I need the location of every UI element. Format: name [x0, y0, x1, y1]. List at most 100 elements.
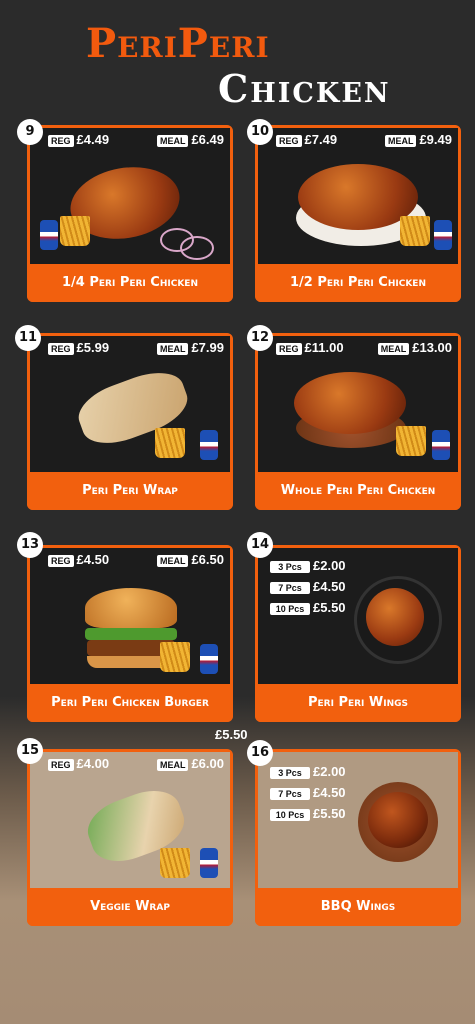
meal-tag: MEAL: [384, 134, 417, 147]
meal-price-value: £6.49: [191, 132, 224, 147]
size-tag: 7 Pcs: [270, 787, 310, 800]
reg-price-value: £11.00: [304, 340, 344, 355]
meal-tag: MEAL: [377, 342, 410, 355]
meal-price: MEAL £9.49: [384, 132, 452, 147]
reg-tag: REG: [48, 342, 74, 355]
reg-price-value: £7.49: [304, 132, 338, 147]
meal-price: MEAL £7.99: [156, 340, 224, 355]
pepsi-can-icon: [200, 848, 218, 878]
item-number: 16: [247, 740, 273, 766]
item-name: BBQ Wings: [255, 888, 461, 926]
reg-price: REG £5.99: [48, 340, 109, 355]
pepsi-can-icon: [434, 220, 452, 250]
fries-icon: [400, 216, 430, 246]
item-name: Veggie Wrap: [27, 888, 233, 926]
reg-tag: REG: [48, 554, 74, 567]
menu-card-half-chicken[interactable]: REG £7.49 MEAL £9.49 1/2 Peri Peri Chicken: [255, 125, 461, 302]
reg-tag: REG: [48, 758, 74, 771]
size-row: 3 Pcs £2.00: [270, 764, 346, 779]
item-number: 9: [17, 119, 43, 145]
meal-price: MEAL £13.00: [377, 340, 452, 355]
meal-tag: MEAL: [156, 342, 189, 355]
reg-price: REG £7.49: [276, 132, 337, 147]
meal-price-value: £6.50: [191, 552, 224, 567]
meal-price-value: £13.00: [412, 340, 452, 355]
reg-price-value: £4.49: [76, 132, 110, 147]
meal-price-value: £9.49: [419, 132, 452, 147]
size-tag: 7 Pcs: [270, 581, 310, 594]
onion-icon: [180, 236, 214, 260]
reg-price: REG £11.00: [276, 340, 344, 355]
item-number: 14: [247, 532, 273, 558]
pepsi-can-icon: [200, 644, 218, 674]
size-tag: 10 Pcs: [270, 602, 310, 615]
food-image: [30, 752, 230, 888]
reg-price-value: £4.50: [76, 552, 110, 567]
meal-price-value: £6.00: [191, 756, 224, 771]
reg-price: REG £4.00: [48, 756, 109, 771]
food-image: [30, 548, 230, 684]
food-image: [30, 336, 230, 472]
item-number: 10: [247, 119, 273, 145]
stray-price: £5.50: [215, 727, 248, 742]
wings-image: [368, 792, 428, 848]
menu-card-peri-wrap[interactable]: REG £5.99 MEAL £7.99 Peri Peri Wrap: [27, 333, 233, 510]
reg-price-value: £4.00: [76, 756, 110, 771]
meal-price: MEAL £6.50: [156, 552, 224, 567]
pepsi-can-icon: [200, 430, 218, 460]
size-price: £2.00: [313, 764, 346, 779]
meal-tag: MEAL: [156, 134, 189, 147]
fries-icon: [160, 848, 190, 878]
reg-tag: REG: [48, 134, 74, 147]
menu-card-chicken-burger[interactable]: REG £4.50 MEAL £6.50 Peri Peri Chicken Bur…: [27, 545, 233, 722]
size-price: £2.00: [313, 558, 346, 573]
reg-tag: REG: [276, 134, 302, 147]
item-number: 15: [17, 738, 43, 764]
lettuce-image: [85, 628, 177, 640]
menu-card-quarter-chicken[interactable]: REG £4.49 MEAL £6.49 1/4 Peri Peri Chicken: [27, 125, 233, 302]
item-name: Whole Peri Peri Chicken: [255, 472, 461, 510]
meal-tag: MEAL: [156, 758, 189, 771]
size-tag: 10 Pcs: [270, 808, 310, 821]
meal-tag: MEAL: [156, 554, 189, 567]
item-name: Peri Peri Chicken Burger: [27, 684, 233, 722]
size-price: £4.50: [313, 785, 346, 800]
pepsi-can-icon: [40, 220, 58, 250]
reg-price: REG £4.49: [48, 132, 109, 147]
chicken-image: [294, 372, 406, 434]
fries-icon: [160, 642, 190, 672]
item-name: 1/2 Peri Peri Chicken: [255, 264, 461, 302]
fries-icon: [60, 216, 90, 246]
item-number: 13: [17, 532, 43, 558]
menu-card-whole-chicken[interactable]: REG £11.00 MEAL £13.00 Whole Peri Peri Chi…: [255, 333, 461, 510]
size-row: 7 Pcs £4.50: [270, 785, 346, 800]
food-image: [258, 336, 458, 472]
menu-card-peri-wings[interactable]: 3 Pcs £2.00 7 Pcs £4.50 10 Pcs £5.50 Peri P…: [255, 545, 461, 722]
size-price: £5.50: [313, 806, 346, 821]
wings-image: [366, 588, 424, 646]
title-line-1: PeriPeri: [86, 20, 270, 67]
size-row: 10 Pcs £5.50: [270, 600, 346, 615]
size-row: 3 Pcs £2.00: [270, 558, 346, 573]
fries-icon: [396, 426, 426, 456]
reg-price-value: £5.99: [76, 340, 110, 355]
meal-price: MEAL £6.49: [156, 132, 224, 147]
size-row: 10 Pcs £5.50: [270, 806, 346, 821]
item-number: 11: [15, 325, 41, 351]
size-row: 7 Pcs £4.50: [270, 579, 346, 594]
fries-icon: [155, 428, 185, 458]
size-price: £5.50: [313, 600, 346, 615]
item-name: Peri Peri Wrap: [27, 472, 233, 510]
meal-price: MEAL £6.00: [156, 756, 224, 771]
item-number: 12: [247, 325, 273, 351]
meal-price-value: £7.99: [191, 340, 224, 355]
title-line-2: Chicken: [218, 66, 391, 111]
pepsi-can-icon: [432, 430, 450, 460]
menu-card-veggie-wrap[interactable]: REG £4.00 MEAL £6.00 Veggie Wrap: [27, 749, 233, 926]
size-tag: 3 Pcs: [270, 766, 310, 779]
size-tag: 3 Pcs: [270, 560, 310, 573]
item-name: 1/4 Peri Peri Chicken: [27, 264, 233, 302]
menu-card-bbq-wings[interactable]: 3 Pcs £2.00 7 Pcs £4.50 10 Pcs £5.50 BBQ Wi…: [255, 749, 461, 926]
food-image: [30, 128, 230, 264]
food-image: [258, 128, 458, 264]
